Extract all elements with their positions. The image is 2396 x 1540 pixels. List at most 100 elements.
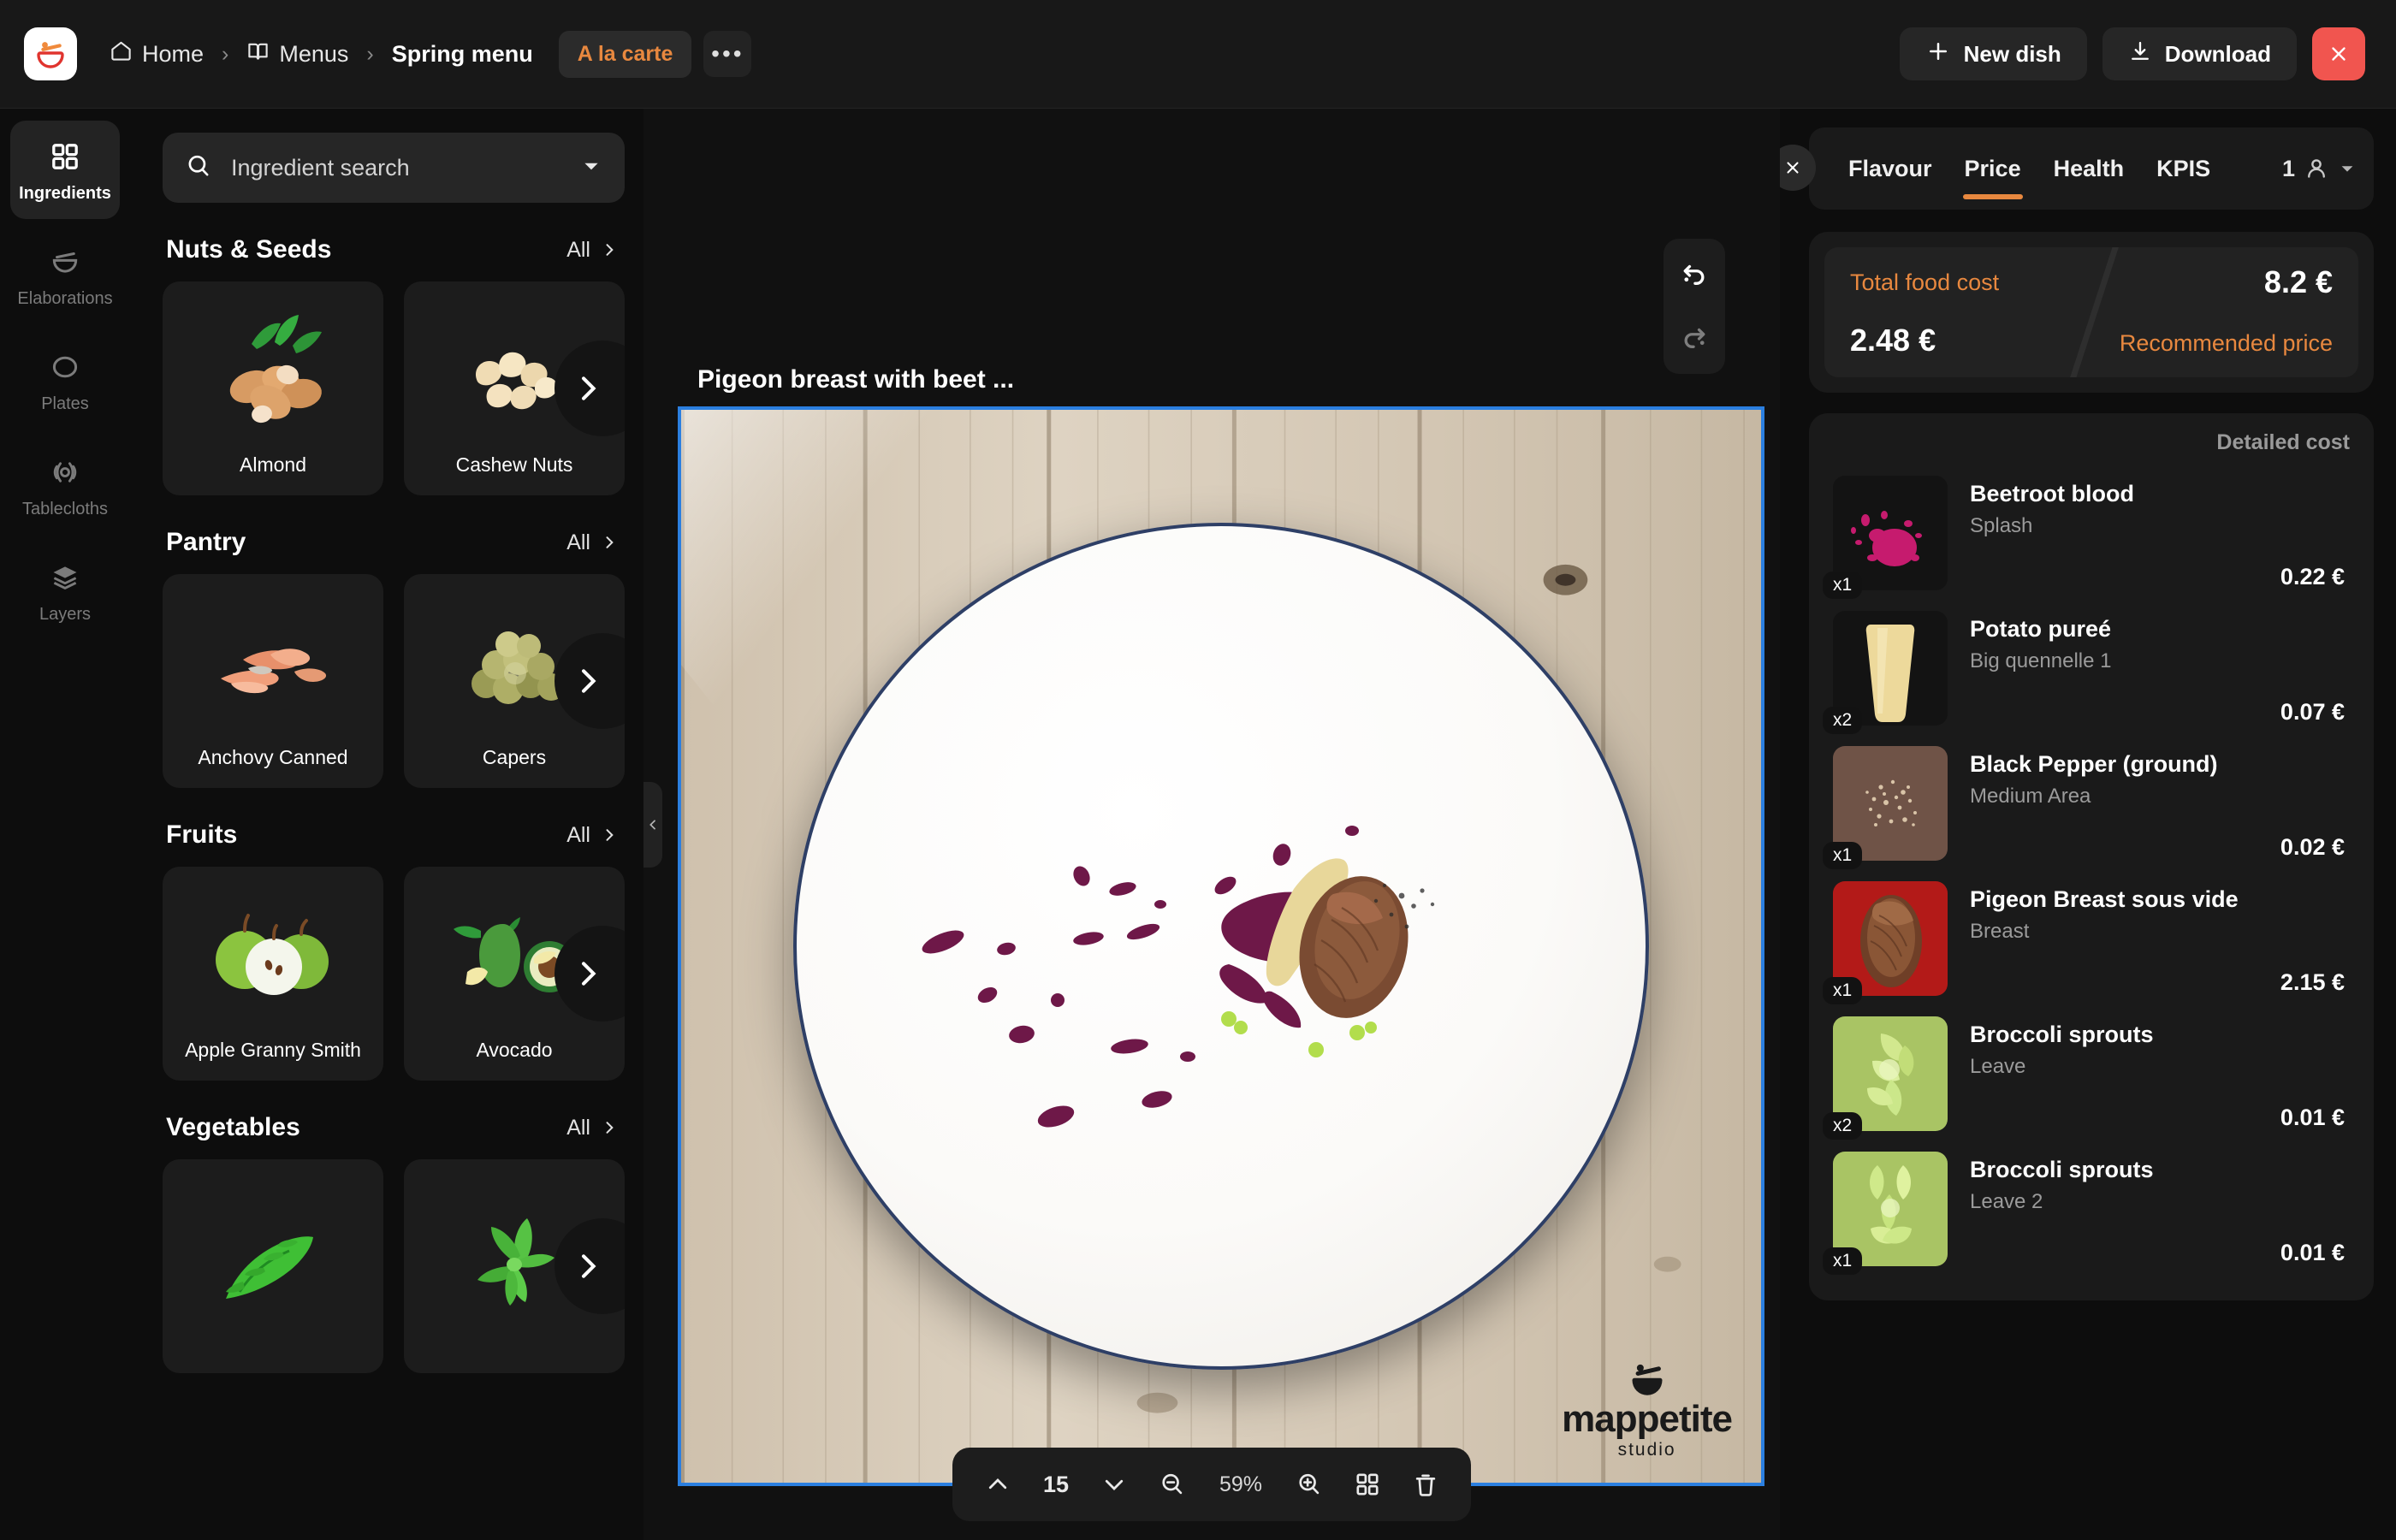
sidebar-label-plates: Plates	[41, 394, 89, 413]
detailed-cost-row[interactable]: x2 Broccoli sprouts Leave 0.01 €	[1823, 1008, 2350, 1143]
plate-preview[interactable]: mappetite studio	[678, 406, 1764, 1486]
new-dish-button[interactable]: New dish	[1899, 27, 2087, 80]
recommended-price-value: 2.48 €	[1850, 323, 1936, 358]
close-icon	[1787, 162, 1799, 174]
item-description: Splash	[1970, 514, 2033, 537]
tab-flavour[interactable]: Flavour	[1847, 147, 1934, 191]
layers-icon	[50, 559, 80, 596]
ingredient-card-grid-pantry: Anchovy Canned Capers	[163, 574, 625, 788]
ingredient-card[interactable]: Almond	[163, 281, 383, 495]
ingredient-card[interactable]: Apple Granny Smith	[163, 867, 383, 1081]
zoom-in-icon	[1299, 1473, 1320, 1495]
category-all-link[interactable]: All	[566, 238, 618, 263]
category-all-link[interactable]: All	[566, 530, 618, 555]
chevron-right-icon	[582, 1254, 596, 1278]
sidebar-label-ingredients: Ingredients	[19, 184, 111, 203]
mortar-pestle-logo[interactable]	[24, 27, 77, 80]
category-all-link[interactable]: All	[566, 823, 618, 848]
category-title: Pantry	[166, 528, 246, 556]
zoom-in-button[interactable]	[1283, 1458, 1336, 1511]
breadcrumb-item-home[interactable]: Home	[106, 34, 207, 74]
ingredient-name: Capers	[482, 746, 547, 768]
item-name: Potato pureé	[1970, 616, 2112, 642]
zoom-level: 59%	[1219, 1472, 1263, 1496]
layer-up-button[interactable]	[971, 1458, 1024, 1511]
tab-price[interactable]: Price	[1962, 147, 2023, 199]
all-label: All	[566, 822, 590, 847]
chevron-up-icon	[988, 1478, 1007, 1490]
ingredient-card[interactable]: Capers	[404, 574, 625, 788]
category-all-link[interactable]: All	[566, 1116, 618, 1140]
item-name: Pigeon Breast sous vide	[1970, 886, 2239, 912]
sidebar-item-tablecloths[interactable]: Tablecloths	[10, 436, 120, 535]
quantity-badge: x2	[1823, 707, 1863, 734]
panel-tabs: Flavour Price Health KPIS 1	[1809, 127, 2374, 210]
ingredient-card-grid-vegetables	[163, 1159, 625, 1373]
chevron-left-icon	[649, 819, 655, 830]
ingredient-name	[404, 1354, 625, 1373]
item-price: 0.01 €	[2280, 1105, 2345, 1130]
sidebar-item-ingredients[interactable]: Ingredients	[10, 121, 120, 219]
ingredient-card[interactable]	[404, 1159, 625, 1373]
tab-kpis[interactable]: KPIS	[2155, 147, 2212, 191]
cost-summary-card: Total food cost 8.2 € 2.48 € Recommended…	[1809, 232, 2374, 393]
sidebar-item-layers[interactable]: Layers	[10, 542, 120, 640]
ingredient-search[interactable]	[163, 133, 625, 203]
sidebar-label-tablecloths: Tablecloths	[21, 500, 109, 518]
chevron-right-icon	[606, 1122, 614, 1134]
circle-icon	[50, 348, 80, 386]
redo-button[interactable]	[1669, 314, 1720, 362]
grid-icon	[50, 138, 80, 175]
layer-value[interactable]: 15	[1029, 1458, 1082, 1511]
more-options-button[interactable]: •••	[703, 31, 752, 77]
collapse-panel-handle[interactable]	[643, 781, 662, 868]
ingredient-card[interactable]	[163, 1159, 383, 1373]
dish-canvas[interactable]: Pigeon breast with beet ... mappetite st…	[643, 109, 1780, 1540]
search-icon	[185, 152, 212, 184]
detailed-cost-row[interactable]: x1 Black Pepper (ground) Medium Area 0.0…	[1823, 737, 2350, 873]
history-controls	[1664, 239, 1725, 374]
item-price: 2.15 €	[2280, 969, 2345, 995]
ingredient-name: Cashew Nuts	[455, 453, 573, 476]
detailed-cost-row[interactable]: x1 Beetroot blood Splash 0.22 €	[1823, 467, 2350, 602]
item-price: 0.22 €	[2280, 564, 2345, 589]
zoom-out-button[interactable]	[1146, 1458, 1199, 1511]
grid-view-button[interactable]	[1341, 1458, 1394, 1511]
people-count-value: 1	[2281, 155, 2295, 181]
close-window-button[interactable]	[2312, 27, 2365, 80]
breadcrumb-item-menus[interactable]: Menus	[243, 34, 352, 74]
anchovy-canned-image	[163, 574, 383, 746]
item-price: 0.01 €	[2280, 1240, 2345, 1265]
chevron-right-icon	[582, 669, 596, 693]
chevron-down-icon[interactable]	[580, 155, 602, 181]
layer-down-button[interactable]	[1088, 1458, 1141, 1511]
category-title: Vegetables	[166, 1113, 300, 1141]
a-la-carte-chip[interactable]: A la carte	[558, 30, 692, 78]
sidebar-item-elaborations[interactable]: Elaborations	[10, 226, 120, 324]
target-icon	[50, 453, 80, 491]
ingredient-card[interactable]: Avocado	[404, 867, 625, 1081]
breadcrumb: Home › Menus › Spring menu A la carte ••…	[106, 30, 752, 78]
chevron-down-icon	[2341, 166, 2353, 172]
book-icon	[246, 39, 270, 68]
people-count-selector[interactable]: 1	[2282, 156, 2357, 182]
header-actions: New dish Download	[1899, 27, 2365, 80]
quantity-badge: x1	[1823, 977, 1863, 1004]
item-price: 0.02 €	[2280, 834, 2345, 860]
download-button[interactable]: Download	[2102, 27, 2297, 80]
tab-health[interactable]: Health	[2052, 147, 2126, 191]
ingredient-card[interactable]: Anchovy Canned	[163, 574, 383, 788]
total-food-cost-value: 8.2 €	[2263, 264, 2333, 299]
detailed-cost-row[interactable]: x1 Pigeon Breast sous vide Breast 2.15 €	[1823, 873, 2350, 1008]
close-icon	[2332, 47, 2346, 61]
delete-button[interactable]	[1399, 1458, 1452, 1511]
ingredient-card[interactable]: Cashew Nuts	[404, 281, 625, 495]
undo-button[interactable]	[1669, 251, 1720, 299]
quantity-badge: x1	[1823, 572, 1863, 599]
sidebar-item-plates[interactable]: Plates	[10, 331, 120, 429]
breadcrumb-item-spring-menu[interactable]: Spring menu	[388, 36, 537, 73]
detailed-cost-row[interactable]: x2 Potato pureé Big quennelle 1 0.07 €	[1823, 602, 2350, 737]
item-description: Big quennelle 1	[1970, 649, 2112, 672]
search-input[interactable]	[231, 154, 561, 181]
detailed-cost-row[interactable]: x1 Broccoli sprouts Leave 2 0.01 €	[1823, 1143, 2350, 1278]
